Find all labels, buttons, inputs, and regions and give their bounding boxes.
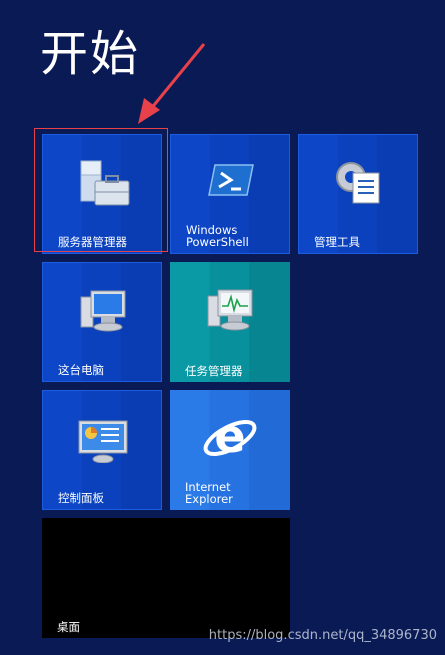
tile-label: 管理工具 [314, 235, 360, 249]
tile-label: 桌面 [57, 620, 80, 634]
tile-server-manager[interactable]: 服务器管理器 [42, 134, 162, 254]
tile-label: 控制面板 [58, 491, 104, 505]
task-manager-icon [207, 289, 253, 331]
red-arrow-icon [138, 43, 206, 124]
tile-label: 服务器管理器 [58, 235, 127, 249]
server-manager-icon [80, 160, 130, 206]
admin-tools-icon [336, 162, 380, 204]
watermark-text: https://blog.csdn.net/qq_34896730 [208, 628, 437, 643]
tile-desktop[interactable]: 桌面 [42, 518, 290, 638]
computer-icon [80, 290, 126, 332]
tile-label: 任务管理器 [185, 364, 243, 378]
tile-control-panel[interactable]: 控制面板 [42, 390, 162, 510]
tile-internet-explorer[interactable]: e Internet Explorer [170, 390, 290, 510]
tile-label: Internet Explorer [185, 480, 233, 506]
svg-text:e: e [214, 409, 245, 463]
powershell-icon [208, 164, 254, 196]
start-title: 开始 [40, 26, 141, 82]
tile-powershell[interactable]: Windows PowerShell [170, 134, 290, 254]
tile-label: Windows PowerShell [186, 223, 249, 249]
tile-this-pc[interactable]: 这台电脑 [42, 262, 162, 382]
control-panel-icon [78, 420, 128, 463]
tile-admin-tools[interactable]: 管理工具 [298, 134, 418, 254]
ie-logo-icon: e [203, 409, 257, 463]
tile-label: 这台电脑 [58, 363, 104, 377]
tile-task-manager[interactable]: 任务管理器 [170, 262, 290, 382]
